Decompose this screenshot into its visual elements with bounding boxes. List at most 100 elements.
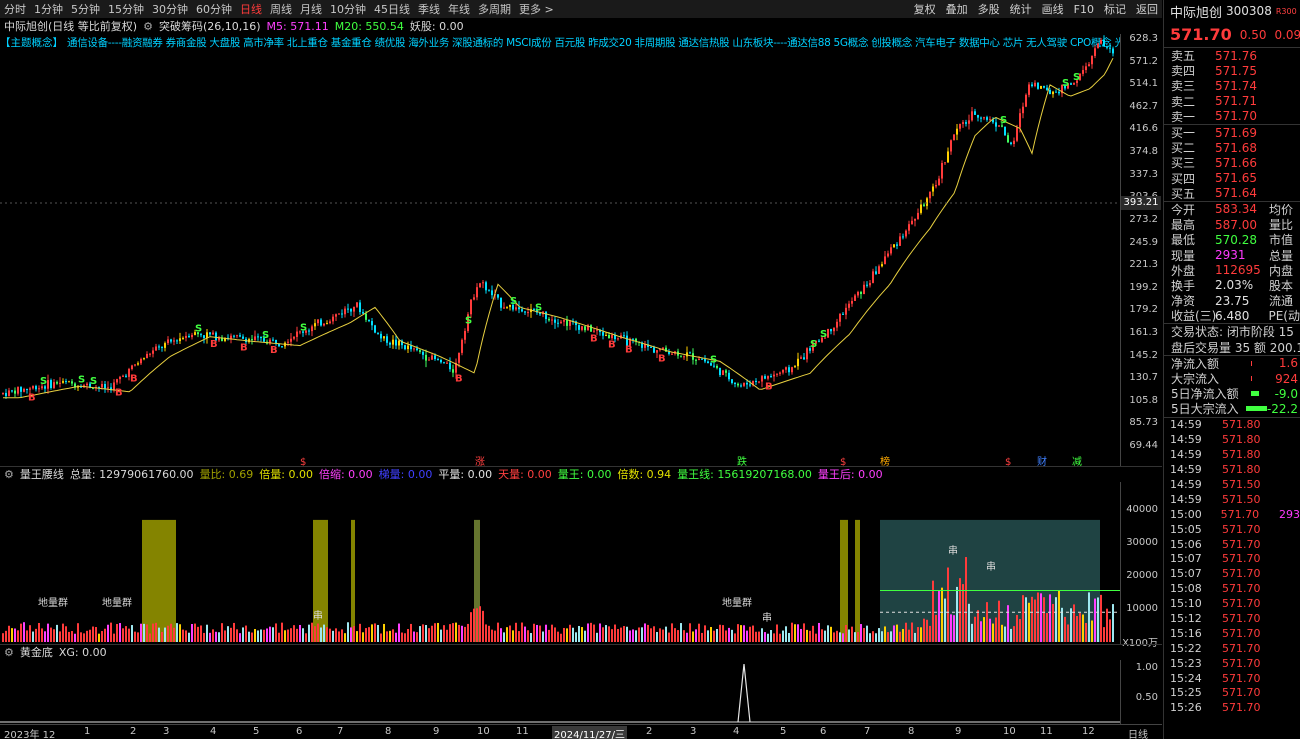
quote-row[interactable]: 卖三 571.74 (1164, 78, 1300, 94)
tick-row[interactable]: 15:24 571.70 (1164, 671, 1300, 686)
volume-chart[interactable]: 地量群 地量群 地量群串 串串串 (0, 482, 1120, 644)
candle-body (272, 339, 274, 341)
quote-row[interactable]: 买四 571.65 (1164, 171, 1300, 186)
period-tab[interactable]: 更多 > (515, 1, 558, 17)
quote-row[interactable]: 买一 571.69 (1164, 125, 1300, 141)
tick-row[interactable]: 15:06 571.70 (1164, 537, 1300, 552)
date-axis-label: 10 (1003, 726, 1016, 737)
indicator-name[interactable]: 突破筹码(26,10,16) (159, 18, 261, 34)
flow-row[interactable]: 5日净流入额 -9.0 (1164, 386, 1300, 402)
tick-row[interactable]: 14:59 571.80 (1164, 462, 1300, 477)
tick-row[interactable]: 14:59 571.80 (1164, 447, 1300, 462)
tool-button[interactable]: 多股 (978, 1, 1000, 17)
flow-row[interactable]: 净流入额 1.6 (1164, 356, 1300, 371)
tick-row[interactable]: 15:23 571.70 (1164, 656, 1300, 671)
period-tab[interactable]: 30分钟 (148, 1, 192, 17)
period-tab[interactable]: 年线 (444, 1, 474, 17)
tick-row[interactable]: 15:07 571.70 (1164, 566, 1300, 581)
quote-row[interactable]: 卖一 571.70 (1164, 109, 1300, 124)
tick-row[interactable]: 15:25 571.70 (1164, 686, 1300, 701)
volume-bar (851, 626, 853, 642)
trade-status-block: 交易状态: 闭市阶段 15 盘后交易量 35 额 200.1 (1164, 324, 1300, 356)
period-tab[interactable]: 10分钟 (326, 1, 370, 17)
quote-row[interactable]: 现量 2931 总量 (1164, 247, 1300, 263)
event-marker[interactable]: $ (300, 457, 306, 466)
tick-row[interactable]: 15:12 571.70 (1164, 611, 1300, 626)
tick-row[interactable]: 14:59 571.80 (1164, 432, 1300, 447)
quote-row[interactable]: 买五 571.64 (1164, 186, 1300, 201)
gold-bottom-chart[interactable] (0, 660, 1120, 724)
candle-body (20, 387, 22, 392)
panel-divider[interactable] (0, 644, 1162, 645)
indicator-gear-icon[interactable]: ⚙ (143, 20, 153, 33)
tool-button[interactable]: F10 (1074, 3, 1094, 16)
trade-signal-marker: B (590, 334, 598, 345)
quote-row[interactable]: 卖五 571.76 (1164, 48, 1300, 64)
tool-button[interactable]: 统计 (1010, 1, 1032, 17)
tick-list[interactable]: 14:59 571.80 14:59 571.80 14:59 571.80 14:59 57… (1164, 418, 1300, 716)
tick-row[interactable]: 15:16 571.70 (1164, 626, 1300, 641)
quote-row[interactable]: 最高 587.00 量比 (1164, 217, 1300, 233)
volume-bar (671, 623, 673, 642)
tick-row[interactable]: 15:05 571.70 (1164, 522, 1300, 537)
tool-button[interactable]: 叠加 (946, 1, 968, 17)
quote-row[interactable]: 买二 571.68 (1164, 140, 1300, 156)
quote-row[interactable]: 买三 571.66 (1164, 155, 1300, 171)
tick-row[interactable]: 15:26 571.70 (1164, 700, 1300, 715)
volume-bar (914, 632, 916, 642)
event-marker[interactable]: 财 (1037, 455, 1047, 466)
event-marker[interactable]: 榜 (880, 455, 890, 466)
period-tab[interactable]: 季线 (414, 1, 444, 17)
period-tab[interactable]: 60分钟 (192, 1, 236, 17)
period-tab[interactable]: 15分钟 (104, 1, 148, 17)
quote-row[interactable]: 收益(三) 6.480 PE(动 (1164, 308, 1300, 324)
quote-row[interactable]: 卖二 571.71 (1164, 94, 1300, 109)
price-change-pct: 0.09% (1274, 27, 1300, 42)
flow-row[interactable]: 大宗流入 924 (1164, 371, 1300, 387)
gold-panel-title[interactable]: 黄金底 (20, 644, 53, 660)
tick-row[interactable]: 15:08 571.70 (1164, 581, 1300, 596)
volume-panel-header: ⚙ 量王腰线 总量: 12979061760.00 量比: 0.69 倍量: 0.… (0, 466, 883, 482)
tick-row[interactable]: 15:10 571.70 (1164, 596, 1300, 611)
period-tab[interactable]: 分时 (0, 1, 30, 17)
tick-row[interactable]: 15:00 571.70 293 (1164, 507, 1300, 522)
event-marker[interactable]: 涨 (475, 456, 485, 466)
candle-body (875, 271, 877, 274)
event-marker[interactable]: 跌 (737, 455, 747, 466)
period-tab[interactable]: 1分钟 (30, 1, 67, 17)
event-marker[interactable]: $ (840, 457, 846, 466)
event-marker[interactable]: $ (1005, 457, 1011, 466)
quote-row[interactable]: 今开 583.34 均价 (1164, 202, 1300, 217)
tool-button[interactable]: 画线 (1042, 1, 1064, 17)
panel-gear-icon[interactable]: ⚙ (0, 468, 14, 481)
tick-row[interactable]: 14:59 571.50 (1164, 492, 1300, 507)
period-tab[interactable]: 日线 (236, 1, 266, 17)
candlestick-chart[interactable]: BS S SBBSB BSBSBSSSBB BB SBSSSSS$ 涨跌 $ 榜 $ 财减 (0, 34, 1120, 466)
flow-row[interactable]: 5日大宗流入 -22.2 (1164, 401, 1300, 417)
volume-bar (269, 626, 271, 642)
tool-button[interactable]: 标记 (1104, 1, 1126, 17)
quote-row[interactable]: 外盘 112695 内盘 (1164, 263, 1300, 278)
period-tab[interactable]: 多周期 (474, 1, 515, 17)
period-tab[interactable]: 5分钟 (67, 1, 104, 17)
period-tab[interactable]: 45日线 (370, 1, 414, 17)
quote-row[interactable]: 最低 570.28 市值 (1164, 232, 1300, 248)
tick-row[interactable]: 15:22 571.70 (1164, 641, 1300, 656)
quote-row[interactable]: 换手 2.03% 股本 (1164, 278, 1300, 293)
period-tab[interactable]: 月线 (296, 1, 326, 17)
stock-label: 中际旭创(日线 等比前复权) (4, 20, 138, 33)
tick-row[interactable]: 14:59 571.80 (1164, 418, 1300, 433)
tick-row[interactable]: 14:59 571.50 (1164, 477, 1300, 492)
tool-button[interactable]: 复权 (914, 1, 936, 17)
quote-row[interactable]: 净资 23.75 流通 (1164, 293, 1300, 309)
event-marker[interactable]: 减 (1072, 456, 1082, 466)
period-tab[interactable]: 周线 (266, 1, 296, 17)
volume-bar (743, 625, 745, 642)
last-price: 571.70 (1170, 25, 1232, 44)
tick-row[interactable]: 15:07 571.70 (1164, 552, 1300, 567)
tool-button[interactable]: 返回 (1136, 1, 1158, 17)
volume-bar (302, 628, 304, 642)
quote-row[interactable]: 卖四 571.75 (1164, 63, 1300, 79)
volume-panel-title[interactable]: 量王腰线 (20, 466, 64, 482)
panel-gear-icon[interactable]: ⚙ (0, 646, 14, 659)
